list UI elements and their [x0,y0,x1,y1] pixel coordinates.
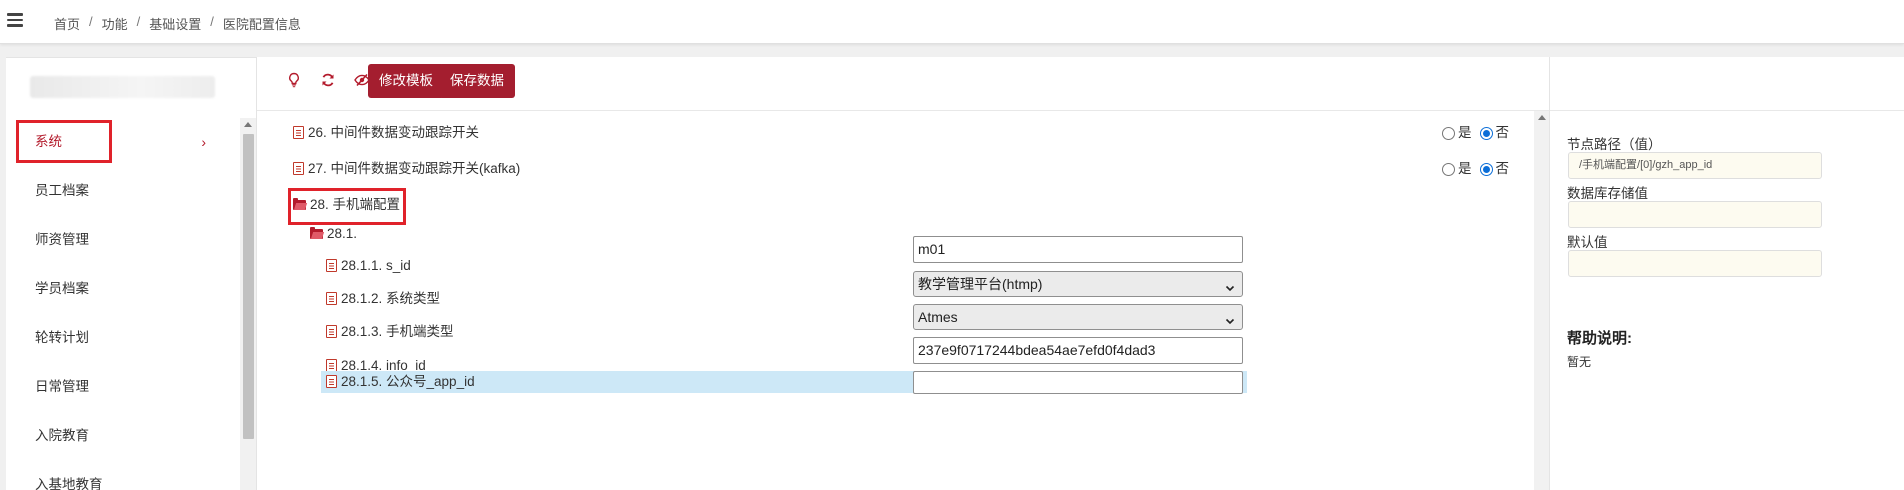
sidebar-item-system[interactable]: 系统 › [6,122,236,162]
document-icon [326,292,337,305]
sidebar: 系统 › 员工档案 师资管理 学员档案 轮转计划 日常管理 入院教育 入基地教育 [6,57,256,490]
scroll-up-arrow-icon[interactable] [1538,115,1546,120]
document-icon [326,259,337,272]
radio-no-label: 否 [1495,161,1510,176]
tree-item-label: 28.1.1. s_id [341,258,411,273]
sidebar-item-daily-management[interactable]: 日常管理 [6,367,236,407]
breadcrumb-basic-settings[interactable]: 基础设置 [149,14,201,33]
radio-no[interactable] [1479,162,1493,176]
sidebar-scrollbar[interactable] [240,118,256,490]
radio-no[interactable] [1479,126,1493,140]
app-id-input[interactable] [913,371,1243,394]
radio-yes[interactable] [1442,162,1455,176]
sidebar-item-base-education[interactable]: 入基地教育 [6,465,236,490]
tree-item-label: 28.1.5. 公众号_app_id [341,374,475,389]
top-bar: 首页 / 功能 / 基础设置 / 医院配置信息 [0,0,1904,44]
scrollbar-thumb[interactable] [243,134,254,439]
edit-template-button[interactable]: 修改模板 [368,64,444,98]
tree-item-28-1[interactable]: 28.1. [310,217,357,251]
sidebar-item-label: 师资管理 [35,232,89,247]
tree-item-label: 28.1.2. 系统类型 [341,291,441,306]
scroll-up-arrow-icon[interactable] [244,122,252,127]
content-scrollbar[interactable] [1534,111,1550,490]
folder-open-icon [310,227,323,239]
logo [30,76,215,98]
tree-item-28-1-3[interactable]: 28.1.3. 手机端类型 [326,315,454,349]
tree-item-28-1-1[interactable]: 28.1.1. s_id [326,249,411,283]
lightbulb-icon[interactable] [283,72,305,94]
default-value-field[interactable] [1568,250,1822,277]
db-value-field[interactable] [1568,201,1822,228]
sidebar-item-label: 系统 [35,134,62,149]
breadcrumb-current: 医院配置信息 [222,17,301,32]
select-value: Atmes [918,309,958,325]
chevron-down-icon [1225,277,1235,301]
radio-group-27: 是 否 [1442,152,1514,186]
sidebar-item-label: 入基地教育 [35,477,103,490]
radio-no-label: 否 [1495,125,1510,140]
config-tree: 26. 中间件数据变动跟踪开关 是 否 27. 中间件数据变动跟踪开关(kafk… [257,111,1534,490]
tree-item-28-1-5[interactable]: 28.1.5. 公众号_app_id [326,365,475,399]
sidebar-item-hospital-education[interactable]: 入院教育 [6,416,236,456]
tree-item-label: 28.1. [327,226,358,241]
save-data-button[interactable]: 保存数据 [439,64,515,98]
select-value: 教学管理平台(htmp) [918,276,1043,292]
document-icon [326,375,337,388]
default-value-label: 默认值 [1567,235,1608,250]
sidebar-item-faculty[interactable]: 师资管理 [6,220,236,260]
breadcrumb-home[interactable]: 首页 [54,14,80,33]
tree-item-26[interactable]: 26. 中间件数据变动跟踪开关 [293,116,479,150]
hamburger-menu-icon[interactable] [7,13,23,27]
chevron-right-icon: › [201,134,206,150]
tree-item-label: 27. 中间件数据变动跟踪开关(kafka) [308,161,521,176]
sidebar-item-label: 日常管理 [35,379,89,394]
detail-panel: 节点路径（值） /手机端配置/[0]/gzh_app_id 数据库存储值 默认值… [1549,57,1904,490]
system-type-select[interactable]: 教学管理平台(htmp) [913,271,1243,297]
document-icon [293,162,304,175]
breadcrumb-function[interactable]: 功能 [102,14,128,33]
folder-open-icon [293,198,306,210]
sidebar-item-label: 入院教育 [35,428,89,443]
breadcrumb-separator: / [136,14,141,29]
help-title: 帮助说明: [1567,330,1632,347]
radio-yes-label: 是 [1458,161,1472,176]
sidebar-item-label: 学员档案 [35,281,89,296]
sidebar-item-staff-files[interactable]: 员工档案 [6,171,236,211]
tree-item-27[interactable]: 27. 中间件数据变动跟踪开关(kafka) [293,152,520,186]
sidebar-item-label: 员工档案 [35,183,89,198]
tree-item-label: 28. 手机端配置 [310,197,401,212]
sidebar-item-label: 轮转计划 [35,330,89,345]
toolbar: 修改模板 保存数据 [257,57,1550,111]
tree-item-label: 26. 中间件数据变动跟踪开关 [308,125,480,140]
breadcrumb-separator: / [210,14,214,29]
main-panel: 修改模板 保存数据 26. 中间件数据变动跟踪开关 是 否 27. 中间件数据变… [256,57,1550,490]
mobile-type-select[interactable]: Atmes [913,304,1243,330]
chevron-down-icon [1225,310,1235,334]
node-path-label: 节点路径（值） [1567,137,1662,152]
tree-item-28-1-2[interactable]: 28.1.2. 系统类型 [326,282,440,316]
help-text: 暂无 [1567,355,1592,369]
node-path-field[interactable]: /手机端配置/[0]/gzh_app_id [1568,152,1822,179]
db-value-label: 数据库存储值 [1567,186,1648,201]
document-icon [326,325,337,338]
radio-yes-label: 是 [1458,125,1472,140]
sidebar-item-student-files[interactable]: 学员档案 [6,269,236,309]
tree-item-label: 28.1.3. 手机端类型 [341,324,454,339]
document-icon [293,126,304,139]
refresh-icon[interactable] [317,72,339,94]
breadcrumb: 首页 / 功能 / 基础设置 / 医院配置信息 [54,14,301,33]
radio-yes[interactable] [1442,126,1455,140]
breadcrumb-separator: / [89,14,93,29]
sidebar-item-rotation-plan[interactable]: 轮转计划 [6,318,236,358]
radio-group-26: 是 否 [1442,116,1514,150]
info-id-input[interactable]: 237e9f0717244bdea54ae7efd0f4dad3 [913,337,1243,364]
detail-toolbar [1550,57,1904,111]
s-id-input[interactable]: m01 [913,236,1243,263]
